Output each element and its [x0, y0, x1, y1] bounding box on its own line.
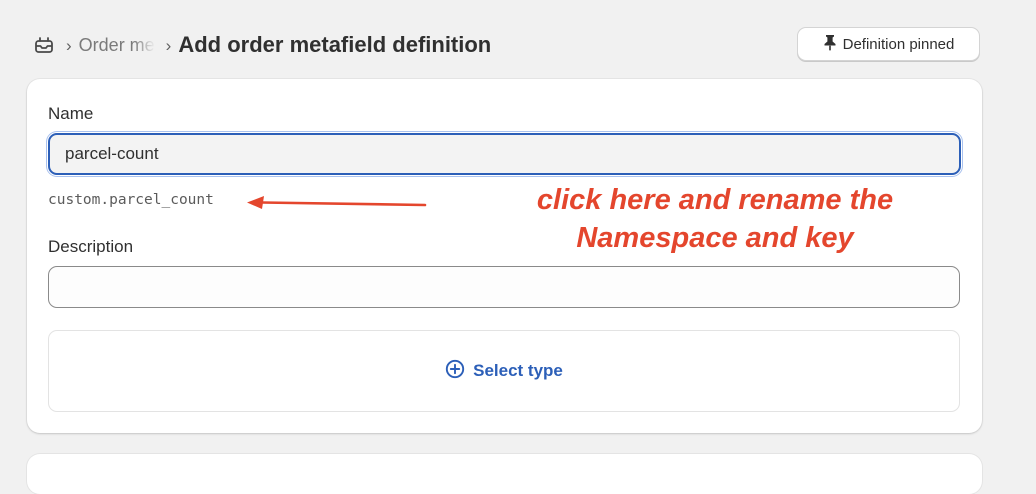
pin-button-label: Definition pinned: [842, 35, 955, 53]
description-input[interactable]: [48, 266, 960, 308]
plus-circle-icon: [445, 359, 465, 384]
name-input[interactable]: parcel-count: [48, 133, 961, 175]
description-label: Description: [48, 237, 134, 256]
select-type-panel: Select type: [48, 330, 960, 412]
chevron-right-icon: ›: [165, 35, 172, 55]
page-title: Add order metafield definition: [178, 32, 492, 57]
page-header: › Order metafield definitions › Add orde…: [33, 26, 491, 64]
name-input-value: parcel-count: [65, 144, 159, 163]
orders-icon[interactable]: [33, 34, 55, 56]
annotation-arrow: [247, 196, 427, 209]
annotation-line-2: Namespace and key: [576, 222, 854, 254]
chevron-right-icon: ›: [66, 35, 72, 55]
select-type-label: Select type: [473, 361, 563, 380]
pin-icon: [823, 34, 837, 55]
definition-pinned-button[interactable]: Definition pinned: [797, 27, 980, 61]
namespace-key-link[interactable]: custom.parcel_count: [48, 192, 214, 208]
annotation-line-1: click here and rename the: [536, 184, 894, 216]
name-label: Name: [48, 104, 94, 123]
next-card: [27, 454, 982, 494]
breadcrumb-parent-link[interactable]: Order metafield definitions: [79, 35, 155, 56]
select-type-button[interactable]: Select type: [445, 359, 563, 384]
annotation-callout: click here and rename the Namespace and …: [500, 181, 930, 257]
